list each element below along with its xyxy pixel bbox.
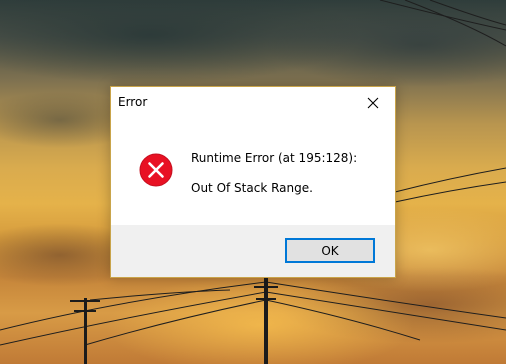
dialog-titlebar[interactable]: Error xyxy=(111,87,395,118)
ok-button-label: OK xyxy=(321,243,339,258)
error-icon xyxy=(139,153,173,187)
close-icon xyxy=(367,97,379,108)
dialog-title: Error xyxy=(118,95,148,109)
error-dialog: Error Runtime Error (at 195:128): Out Of… xyxy=(110,86,396,278)
error-message-title: Runtime Error (at 195:128): xyxy=(191,151,358,165)
desktop-wallpaper: Error Runtime Error (at 195:128): Out Of… xyxy=(0,0,506,364)
dialog-content: Runtime Error (at 195:128): Out Of Stack… xyxy=(111,118,395,225)
close-button[interactable] xyxy=(351,87,395,118)
error-message-detail: Out Of Stack Range. xyxy=(191,181,313,195)
dialog-footer: OK xyxy=(111,225,395,277)
ok-button[interactable]: OK xyxy=(285,238,375,263)
